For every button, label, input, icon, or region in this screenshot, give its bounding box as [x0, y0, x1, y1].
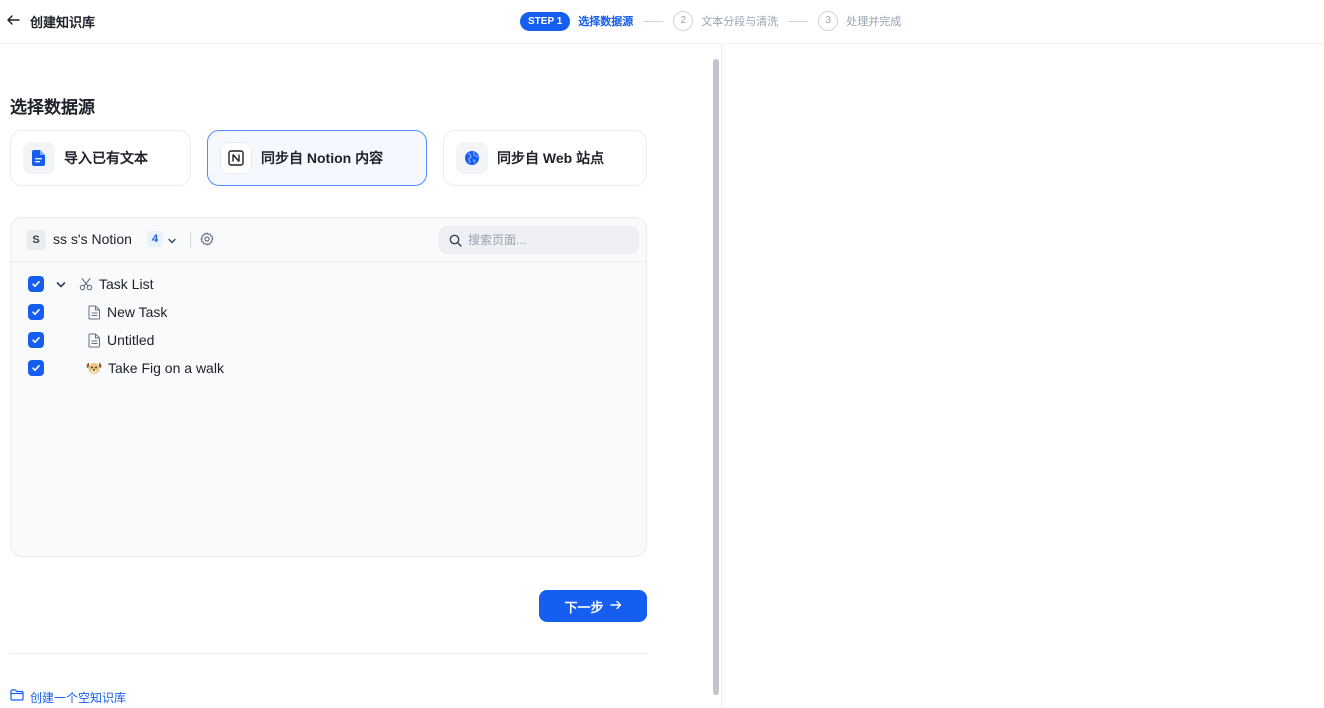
next-step-label: 下一步	[564, 599, 604, 615]
source-card-web[interactable]: 同步自 Web 站点	[443, 130, 647, 186]
notion-workspace-header: S ss s's Notion 4	[11, 218, 646, 262]
page-title: 创建知识库	[30, 15, 96, 30]
page-title: Task List	[99, 276, 154, 292]
next-step-button[interactable]: 下一步	[539, 590, 647, 622]
create-empty-kb-label: 创建一个空知识库	[30, 690, 127, 705]
arrow-right-icon	[609, 599, 622, 614]
notion-page-selector: S ss s's Notion 4 搜索页面... Task List New …	[10, 217, 647, 557]
step-connector	[643, 20, 664, 22]
search-icon	[449, 234, 462, 247]
page-row[interactable]: Take Fig on a walk	[11, 354, 646, 382]
scrollbar-thumb[interactable]	[713, 59, 719, 695]
step2-number: 2	[673, 11, 694, 31]
create-empty-kb-link[interactable]: 创建一个空知识库	[10, 688, 126, 706]
search-box[interactable]	[439, 226, 639, 254]
step2-label: 文本分段与清洗	[701, 16, 779, 28]
preview-panel	[723, 45, 1324, 708]
workspace-avatar: S	[26, 230, 46, 250]
page-checkbox[interactable]	[28, 304, 44, 320]
left-panel: 选择数据源 导入已有文本 同步自 Notion 内容 同步自 Web 站点 S …	[0, 45, 710, 708]
source-card-label: 导入已有文本	[64, 150, 148, 166]
source-card-label: 同步自 Web 站点	[497, 150, 605, 166]
gear-icon[interactable]	[200, 232, 214, 251]
search-input[interactable]	[468, 233, 628, 247]
page-title: Take Fig on a walk	[108, 360, 224, 376]
step3-label: 处理并完成	[846, 16, 902, 28]
source-card-label: 同步自 Notion 内容	[261, 150, 384, 166]
source-card-file[interactable]: 导入已有文本	[10, 130, 191, 186]
globe-icon	[456, 142, 488, 174]
scissors-icon	[78, 276, 94, 292]
notion-icon	[220, 142, 252, 174]
page-row[interactable]: New Task	[11, 298, 646, 326]
step-connector	[788, 20, 809, 22]
source-card-notion[interactable]: 同步自 Notion 内容	[207, 130, 427, 186]
page-title: New Task	[107, 304, 168, 320]
page-title: Untitled	[107, 332, 155, 348]
folder-icon	[10, 688, 24, 706]
expand-chevron-icon[interactable]	[55, 278, 67, 296]
page-row[interactable]: Task List	[11, 270, 646, 298]
bottom-divider	[10, 653, 647, 654]
chevron-down-icon[interactable]	[167, 233, 177, 251]
page-checkbox[interactable]	[28, 332, 44, 348]
dog-icon	[86, 360, 102, 376]
page-checkbox[interactable]	[28, 276, 44, 292]
stepper: STEP 1 选择数据源 2 文本分段与清洗 3 处理并完成	[520, 11, 901, 31]
page-icon	[86, 304, 102, 320]
section-title: 选择数据源	[10, 98, 95, 117]
page-row[interactable]: Untitled	[11, 326, 646, 354]
top-bar: 创建知识库 STEP 1 选择数据源 2 文本分段与清洗 3 处理并完成	[0, 0, 1324, 44]
header-divider	[190, 233, 191, 247]
scrollbar[interactable]	[710, 45, 722, 708]
step3-number: 3	[818, 11, 839, 31]
step1-badge: STEP 1	[520, 11, 571, 31]
selected-count-badge: 4	[147, 231, 163, 247]
back-button[interactable]: 创建知识库	[6, 12, 95, 31]
page-icon	[86, 332, 102, 348]
page-checkbox[interactable]	[28, 360, 44, 376]
document-icon	[23, 142, 55, 174]
step1-label: 选择数据源	[578, 16, 634, 28]
arrow-left-icon[interactable]	[6, 13, 20, 31]
workspace-name[interactable]: ss s's Notion	[53, 231, 132, 247]
